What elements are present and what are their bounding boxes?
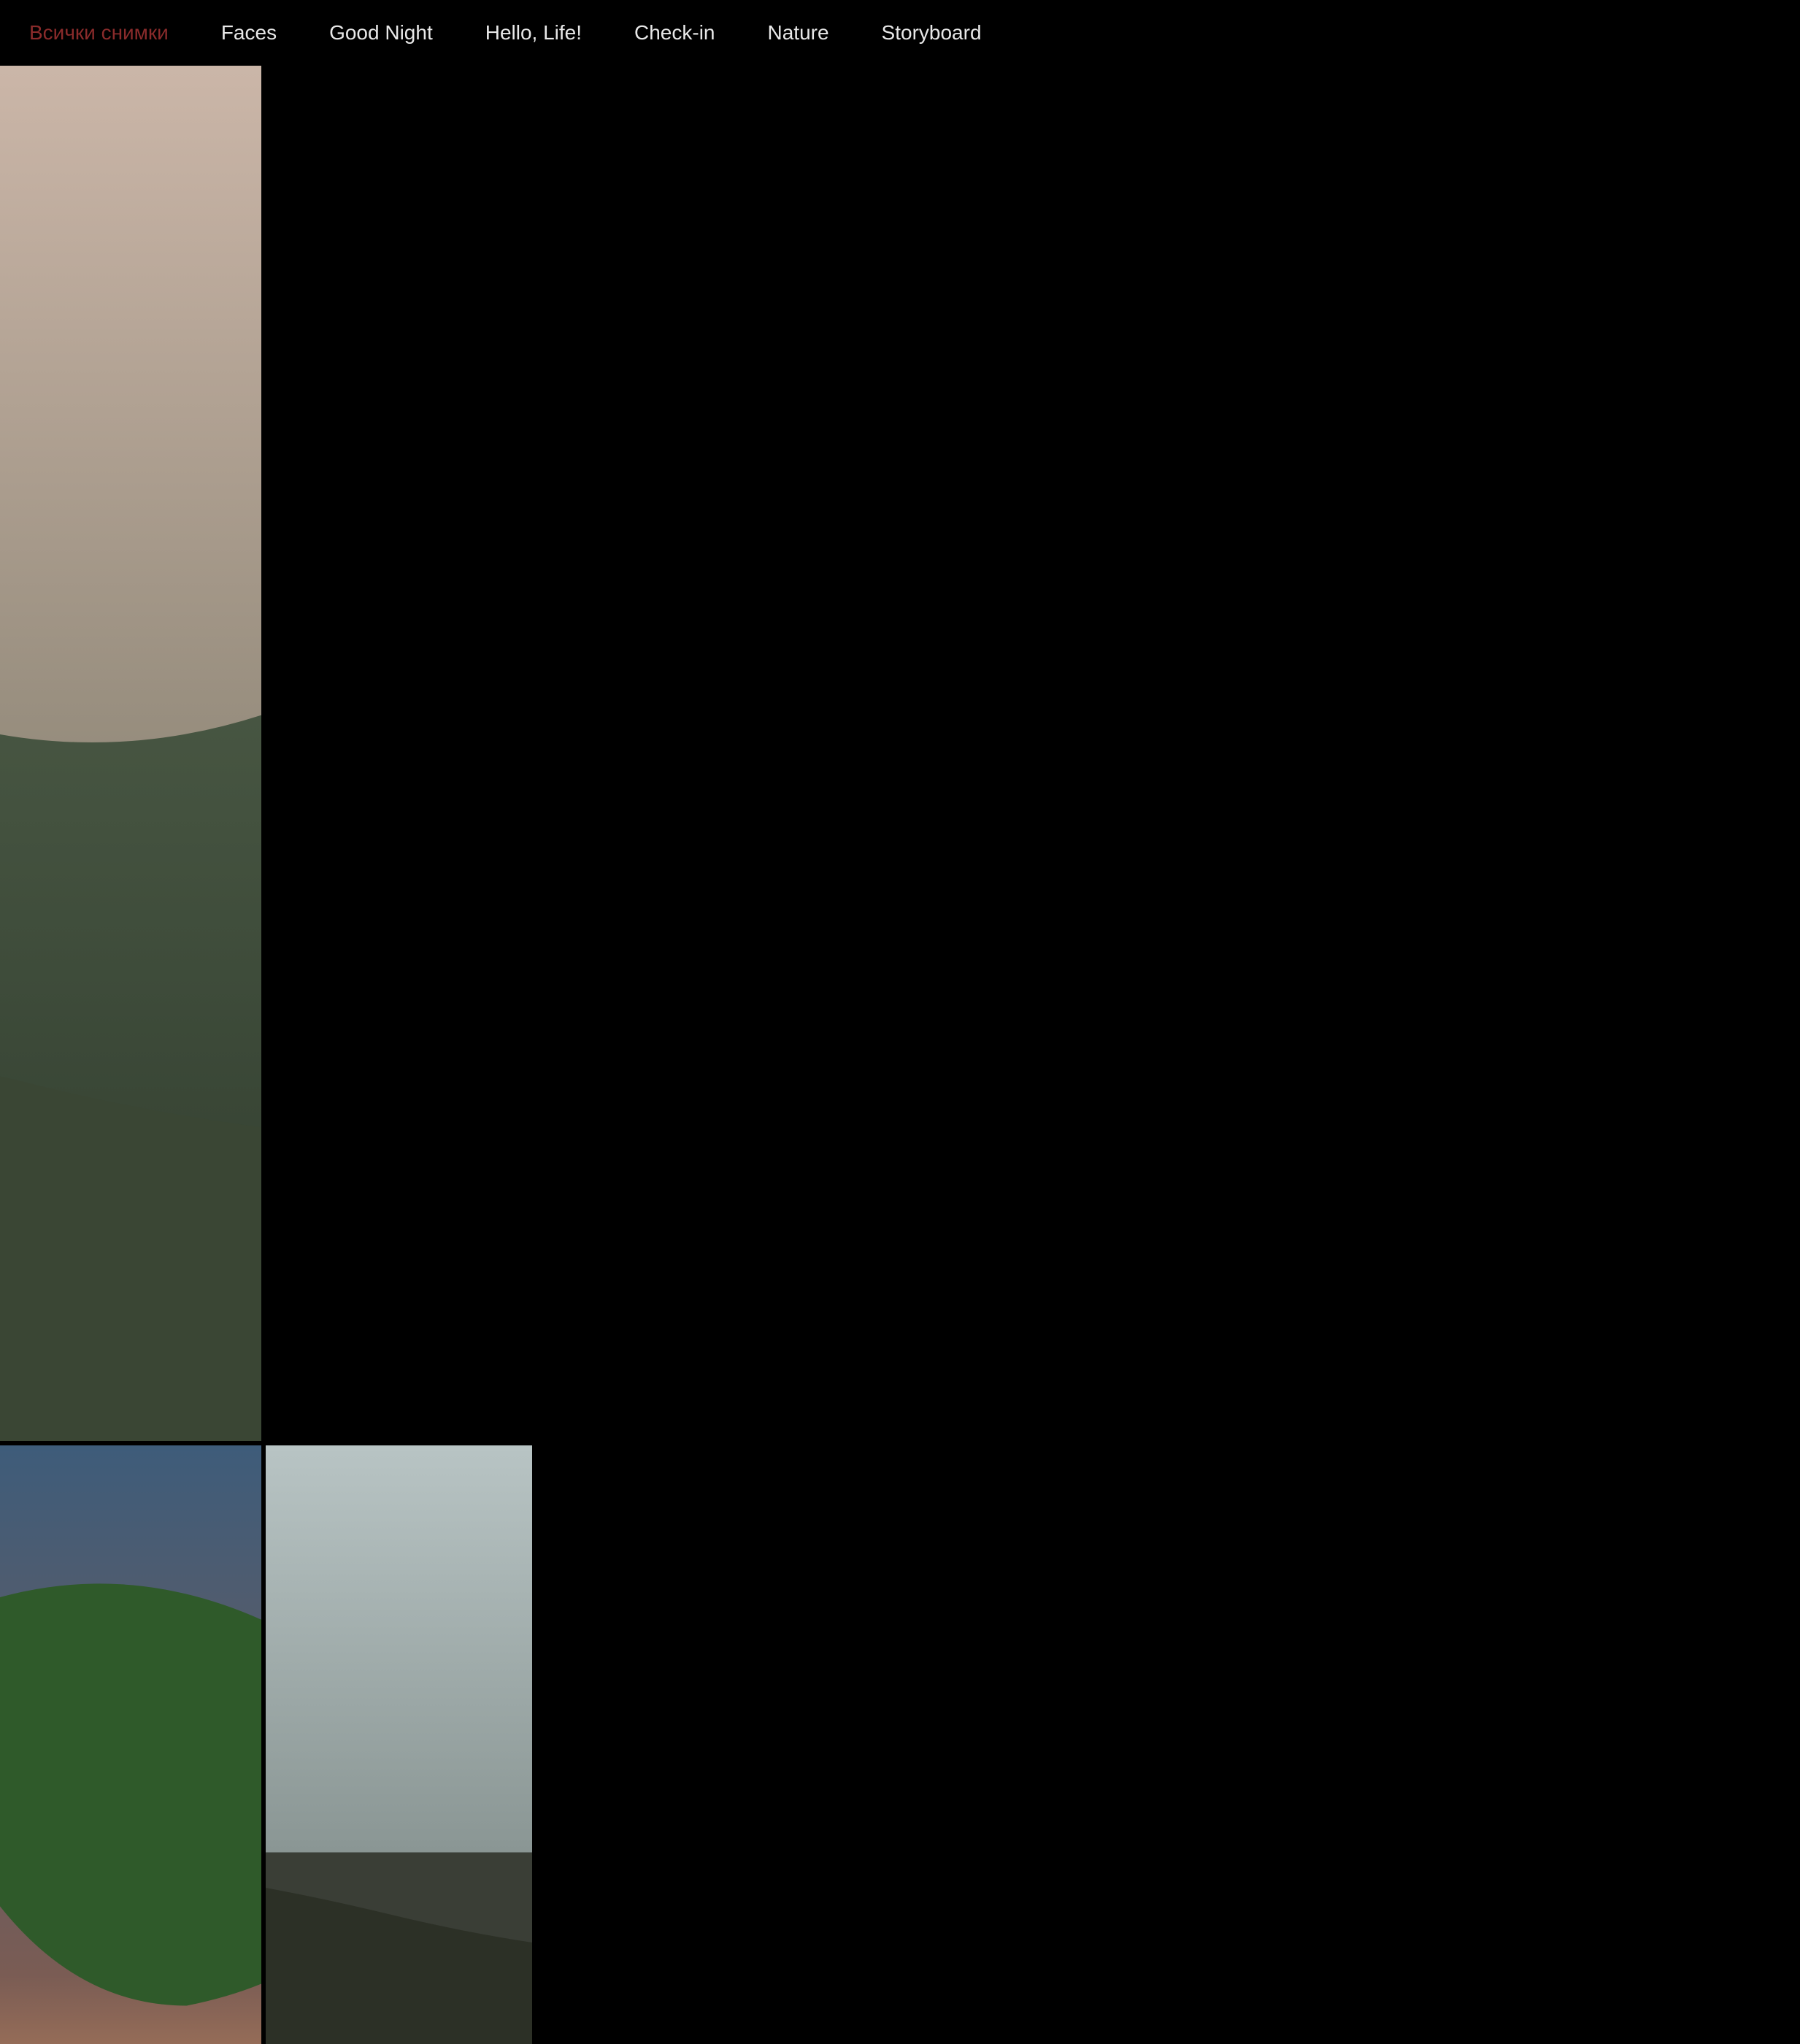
photo-tile-wildflowers[interactable] (0, 1445, 261, 2044)
photo-tile-mountains[interactable] (0, 66, 261, 1441)
photo-gallery: NATURE 0 ENI99 MORE INFO (0, 66, 1800, 1022)
nav-item-faces[interactable]: Faces (221, 21, 277, 45)
photo-tile-shore[interactable] (266, 1445, 532, 2044)
top-nav: Всички снимки Faces Good Night Hello, Li… (0, 0, 1800, 66)
nav-item-good-night[interactable]: Good Night (329, 21, 433, 45)
nav-item-storyboard[interactable]: Storyboard (882, 21, 982, 45)
nav-item-check-in[interactable]: Check-in (634, 21, 715, 45)
nav-item-all-photos[interactable]: Всички снимки (29, 21, 169, 45)
nav-item-hello-life[interactable]: Hello, Life! (485, 21, 582, 45)
nav-item-nature[interactable]: Nature (768, 21, 829, 45)
